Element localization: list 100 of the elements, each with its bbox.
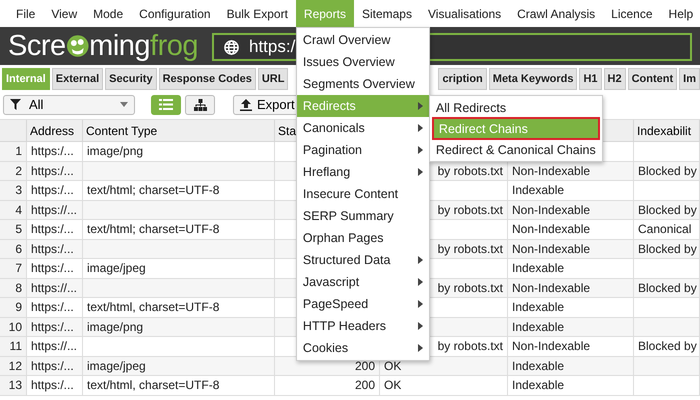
table-cell: https:/... [27,220,83,240]
table-cell: image/png [83,318,275,337]
table-cell: Indexable [508,181,634,200]
menu-option[interactable]: Canonicals [296,117,429,139]
view-toggle-button[interactable] [185,94,215,114]
tab[interactable]: Im [679,68,700,90]
menu-option[interactable]: Javascript [296,271,429,293]
row-number: 10 [0,318,27,337]
submenu-arrow-icon [418,124,423,132]
logo-text: mingfrog [89,30,198,62]
row-number: 6 [0,240,27,259]
tab[interactable]: Security [105,68,157,90]
row-number: 7 [0,259,27,278]
menu-option[interactable]: Cookies [296,337,429,359]
table-cell: Blocked by [634,337,700,356]
table-cell: Indexable [508,298,634,318]
globe-icon [224,40,239,54]
submenu-arrow-icon [418,300,423,308]
menu-option[interactable]: Pagination [296,139,429,161]
menu-option[interactable]: PageSpeed [296,293,429,315]
tab[interactable]: Content [628,68,678,90]
menu-option[interactable]: SERP Summary [296,205,429,227]
upload-icon [240,98,252,110]
submenu-option[interactable]: Redirect & Canonical Chains [430,139,602,160]
row-number: 2 [0,162,27,181]
menu-option[interactable]: Orphan Pages [296,227,429,249]
menu-option[interactable]: Issues Overview [296,51,429,73]
table-cell: image/png [83,142,275,162]
row-number: 9 [0,298,27,318]
table-cell: Non-Indexable [508,200,634,220]
submenu-arrow-icon [418,168,423,176]
table-cell: https:/... [27,142,83,162]
row-number: 8 [0,278,27,298]
table-cell [634,259,700,278]
table-cell: Canonical [634,220,700,240]
table-cell: Blocked by [634,278,700,298]
menu-item[interactable]: View [43,0,86,27]
table-cell: https:/... [27,181,83,200]
row-number: 4 [0,200,27,220]
menu-item[interactable]: Licence [603,0,661,27]
table-cell: Non-Indexable [508,240,634,259]
view-toggle-button[interactable] [151,94,181,114]
frog-logo-icon [66,34,90,58]
table-cell: Blocked by [634,162,700,181]
menu-item[interactable]: Configuration [131,0,219,27]
tab[interactable]: H2 [604,68,626,90]
table-cell: https:/... [27,318,83,337]
caret-icon [120,102,128,107]
submenu-option[interactable]: All Redirects [430,97,602,118]
table-cell: OK [380,376,508,396]
table-cell [634,298,700,318]
table-cell: text/html; charset=UTF-8 [83,181,275,200]
row-number: 13 [0,376,27,396]
table-cell: https:/... [27,356,83,376]
table-cell: https:/... [27,259,83,278]
filter-icon [10,99,21,110]
menu-option[interactable]: Insecure Content [296,183,429,205]
table-cell: text/html, charset=UTF-8 [83,298,275,318]
menu-option[interactable]: Crawl Overview [296,29,429,51]
submenu-arrow-icon [418,102,423,110]
table-cell: Indexable [508,356,634,376]
menu-option[interactable]: Segments Overview [296,73,429,95]
tab[interactable]: Response Codes [158,68,256,90]
column-header[interactable]: Indexabilit [634,120,700,142]
menu-option[interactable]: Hreflang [296,161,429,183]
submenu-arrow-icon [418,344,423,352]
menu-item[interactable]: Sitemaps [354,0,420,27]
menu-option[interactable]: HTTP Headers [296,315,429,337]
table-cell: Indexable [508,376,634,396]
table-cell [634,142,700,162]
tab[interactable]: Meta Keywords [488,68,578,90]
tab[interactable]: H1 [579,68,602,90]
table-cell: https://... [27,200,83,220]
submenu-arrow-icon [418,278,423,286]
table-cell: text/html, charset=UTF-8 [83,376,275,396]
row-number: 11 [0,337,27,356]
menu-item[interactable]: Help [660,0,700,27]
column-header[interactable]: Address [27,120,83,142]
menu-item[interactable]: Bulk Export [218,0,296,27]
row-number: 3 [0,181,27,200]
column-header[interactable] [0,120,27,142]
filter-dropdown[interactable]: All [3,94,135,114]
tab[interactable]: cription [438,68,487,90]
table-cell: https:/... [27,376,83,396]
menu-item[interactable]: Visualisations [420,0,510,27]
tab[interactable]: URL [258,68,288,90]
table-cell: https://... [27,337,83,356]
table-cell: Non-Indexable [508,220,634,240]
menu-item[interactable]: File [8,0,44,27]
menu-option[interactable]: Structured Data [296,249,429,271]
table-cell: Non-Indexable [508,337,634,356]
table-cell: image/jpeg [83,356,275,376]
menu-item[interactable]: Crawl Analysis [509,0,604,27]
tab[interactable]: External [52,68,104,90]
table-cell: Blocked by [634,240,700,259]
table-cell: https:/... [27,162,83,181]
row-number: 12 [0,356,27,376]
column-header[interactable]: Content Type [83,120,275,142]
table-cell: Non-Indexable [508,278,634,298]
menu-item[interactable]: Mode [85,0,132,27]
